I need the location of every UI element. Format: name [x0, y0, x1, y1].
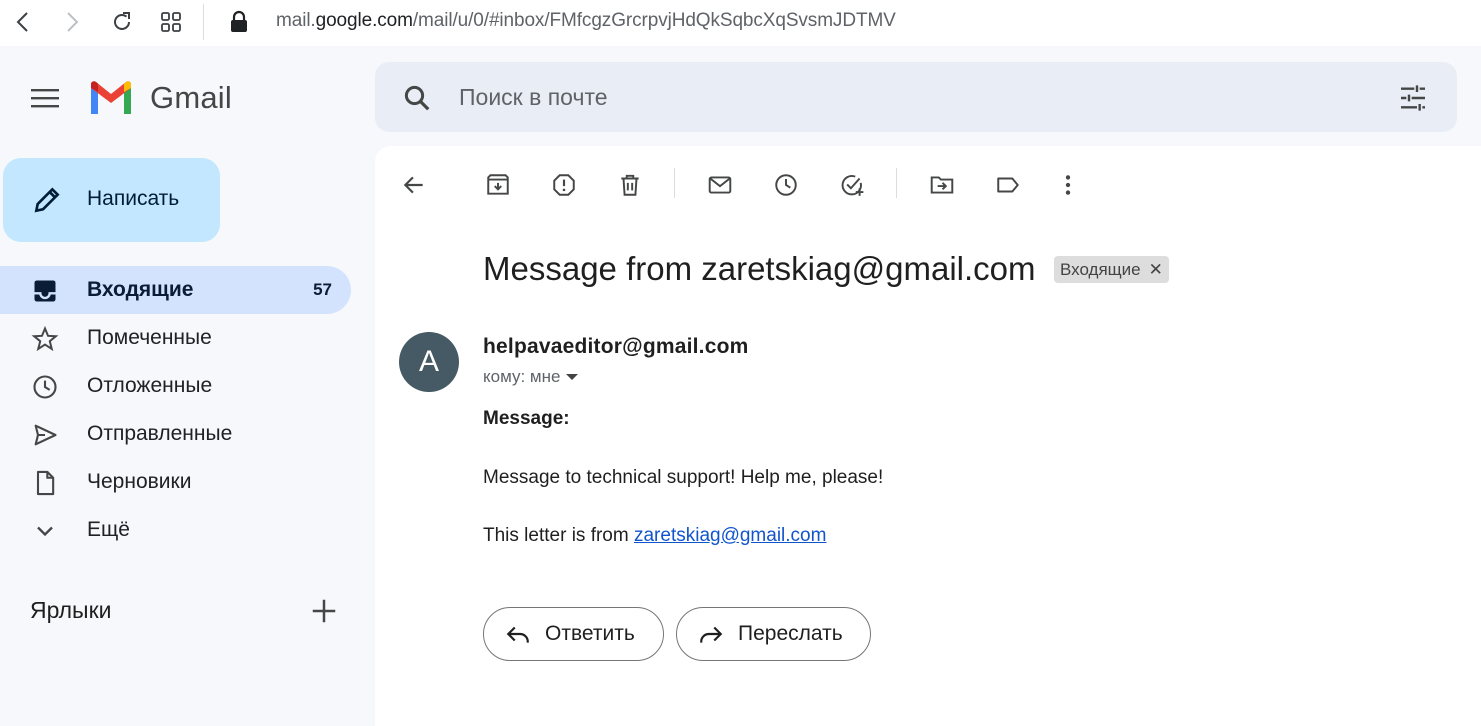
draft-icon: [36, 470, 55, 496]
sidebar-nav: Входящие 57 Помеченные Отложенные Отправ…: [0, 266, 351, 554]
delete-button[interactable]: [611, 166, 649, 204]
search-input[interactable]: [459, 82, 1359, 112]
archive-button[interactable]: [479, 166, 517, 204]
mark-unread-button[interactable]: [701, 166, 739, 204]
toolbar-divider: [896, 168, 897, 198]
message-body-title: Message:: [483, 408, 570, 429]
main-menu-button[interactable]: [25, 80, 65, 116]
sidebar-item-label: Помеченные: [87, 326, 212, 349]
report-spam-icon: [553, 174, 575, 196]
search-bar[interactable]: [375, 62, 1457, 132]
toolbar-divider: [203, 4, 204, 40]
sidebar-item-snoozed[interactable]: Отложенные: [0, 362, 351, 410]
reply-icon: [506, 626, 529, 643]
sidebar-item-more[interactable]: Ещё: [0, 506, 351, 554]
recipient-details[interactable]: кому: мне: [483, 367, 579, 387]
inbox-label-chip[interactable]: Входящие ✕: [1054, 256, 1169, 283]
pencil-icon: [34, 187, 60, 213]
message-subject: Message from zaretskiag@gmail.com: [483, 250, 1036, 287]
move-to-folder-icon: [930, 176, 954, 194]
message-body-text: Message to technical support! Help me, p…: [483, 467, 884, 488]
forward-button[interactable]: Переслать: [676, 607, 871, 661]
back-to-inbox-button[interactable]: [395, 166, 433, 204]
add-to-tasks-button[interactable]: [833, 166, 871, 204]
star-icon: [31, 325, 59, 352]
remove-label-icon[interactable]: ✕: [1149, 260, 1163, 280]
sidebar-item-label: Отложенные: [87, 374, 213, 397]
sidebar-item-label: Черновики: [87, 470, 192, 493]
forward-icon[interactable]: [56, 8, 86, 36]
sidebar-item-label: Отправленные: [87, 422, 233, 445]
search-options-icon[interactable]: [1397, 82, 1429, 114]
unread-count: 57: [313, 280, 332, 299]
back-icon[interactable]: [9, 8, 39, 36]
labels-button[interactable]: [989, 166, 1027, 204]
report-spam-button[interactable]: [545, 166, 583, 204]
reply-button[interactable]: Ответить: [483, 607, 664, 661]
label-icon: [997, 177, 1019, 193]
toolbar-divider: [674, 168, 675, 198]
forward-label: Переслать: [738, 622, 843, 645]
compose-button[interactable]: Написать: [3, 158, 220, 242]
mail-icon: [708, 176, 732, 194]
url-host: google.com: [315, 10, 413, 31]
add-label-icon[interactable]: [309, 596, 339, 626]
sidebar-item-label: Ещё: [87, 518, 130, 541]
reply-label: Ответить: [545, 622, 635, 645]
more-vert-icon: [1065, 175, 1071, 195]
compose-label: Написать: [87, 187, 180, 210]
send-icon: [34, 424, 57, 446]
caret-down-icon[interactable]: [566, 374, 579, 380]
sidebar-item-starred[interactable]: Помеченные: [0, 314, 351, 362]
inbox-icon: [34, 280, 56, 302]
recipient-text: кому: мне: [483, 367, 561, 386]
more-options-button[interactable]: [1049, 166, 1087, 204]
sidebar-item-drafts[interactable]: Черновики: [0, 458, 351, 506]
label-chip-text: Входящие: [1060, 259, 1141, 279]
url-path: /mail/u/0/#inbox/FMfcgzGrcrpvjHdQkSqbcXq…: [412, 10, 896, 31]
apps-grid-icon[interactable]: [156, 8, 186, 36]
message-panel: Message from zaretskiag@gmail.com Входящ…: [375, 146, 1481, 726]
browser-toolbar: mail.google.com/mail/u/0/#inbox/FMfcgzGr…: [0, 0, 1481, 46]
lock-icon[interactable]: [229, 10, 249, 34]
arrow-left-icon: [403, 176, 423, 194]
gmail-m-icon: [91, 81, 131, 114]
reload-icon[interactable]: [107, 8, 137, 36]
archive-icon: [487, 174, 509, 195]
gmail-logo-text: Gmail: [150, 80, 232, 115]
url-host-prefix: mail.: [276, 10, 316, 31]
message-body-from-line: This letter is from zaretskiag@gmail.com: [483, 525, 826, 547]
chevron-down-icon: [37, 526, 53, 537]
sender-address[interactable]: helpavaeditor@gmail.com: [483, 335, 748, 359]
forward-icon: [700, 626, 723, 643]
sidebar-item-inbox[interactable]: Входящие 57: [0, 266, 351, 314]
clock-icon: [33, 375, 57, 399]
gmail-logo[interactable]: Gmail: [88, 80, 232, 116]
sidebar-item-label: Входящие: [87, 278, 194, 301]
sidebar-item-sent[interactable]: Отправленные: [0, 410, 351, 458]
search-icon[interactable]: [402, 83, 432, 113]
move-to-button[interactable]: [923, 166, 961, 204]
sender-email-link[interactable]: zaretskiag@gmail.com: [634, 525, 826, 546]
address-bar[interactable]: mail.google.com/mail/u/0/#inbox/FMfcgzGr…: [276, 10, 896, 32]
trash-icon: [621, 174, 639, 196]
labels-heading: Ярлыки: [30, 597, 112, 623]
sender-avatar[interactable]: A: [399, 332, 459, 392]
add-task-icon: [841, 175, 864, 196]
clock-icon: [775, 174, 797, 196]
from-line-prefix: This letter is from: [483, 525, 634, 546]
snooze-button[interactable]: [767, 166, 805, 204]
hamburger-icon: [31, 89, 59, 108]
